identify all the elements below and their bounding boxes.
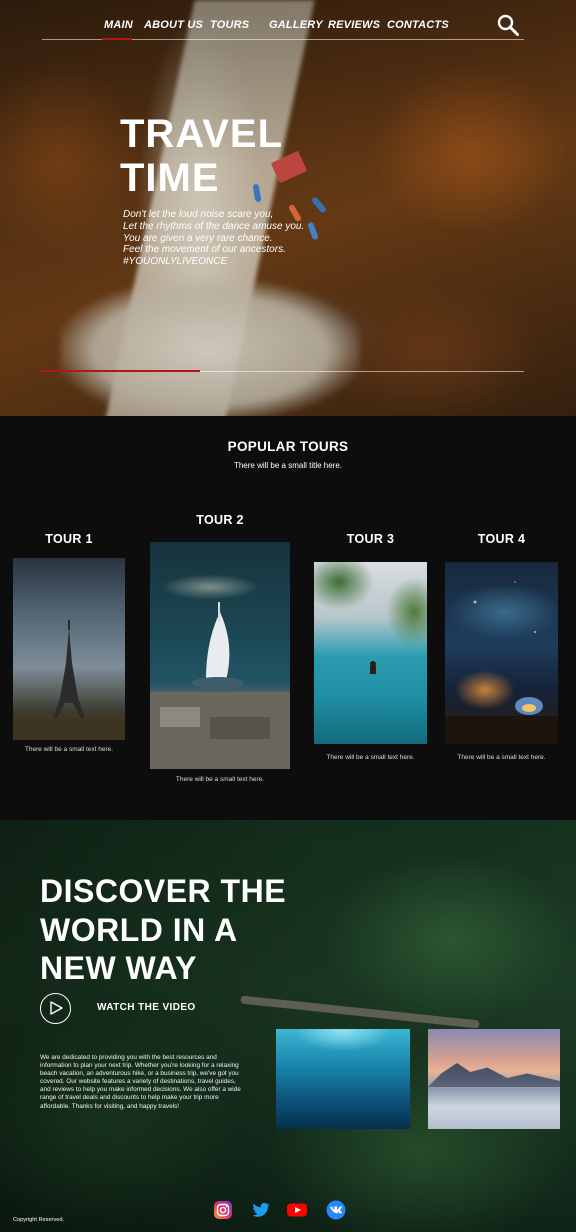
hero-section: MAIN ABOUT US TOURS GALLERY REVIEWS CONT… — [0, 0, 576, 416]
tour-name: TOUR 1 — [45, 532, 93, 546]
nav-item-reviews[interactable]: REVIEWS — [328, 19, 380, 31]
hero-poem-line: Don't let the loud noise scare you, — [123, 209, 274, 220]
hero-beach-image — [105, 0, 315, 416]
slider-progress-fill — [40, 370, 200, 372]
popular-tours-title: POPULAR TOURS — [227, 439, 349, 454]
nav-active-indicator — [102, 38, 132, 40]
nav-item-main[interactable]: MAIN — [104, 19, 133, 31]
nav-item-about-us[interactable]: ABOUT US — [144, 19, 203, 31]
tour-text: There will be a small text here. — [175, 776, 265, 783]
hero-poem: Don't let the loud noise scare you, Let … — [123, 209, 353, 268]
discover-description: We are dedicated to providing you with t… — [40, 1054, 241, 1110]
search-icon[interactable] — [497, 14, 519, 36]
tour-image-infinity-pool[interactable] — [314, 562, 427, 744]
copyright-text: Copyright Reserved. — [13, 1217, 64, 1223]
tour-image-burj-al-arab[interactable] — [150, 542, 290, 769]
nav-item-contacts[interactable]: CONTACTS — [387, 19, 449, 31]
tour-text: There will be a small text here. — [24, 746, 114, 753]
youtube-icon[interactable] — [286, 1200, 308, 1220]
popular-tours-section: POPULAR TOURS There will be a small titl… — [0, 416, 576, 820]
hero-title-line: TIME — [120, 156, 220, 200]
tour-card[interactable]: TOUR 3 There will be a small text here. — [314, 530, 427, 770]
watch-video-link[interactable]: WATCH THE VIDEO — [97, 1002, 196, 1013]
play-video-button[interactable] — [40, 993, 71, 1024]
twitter-icon[interactable] — [251, 1200, 271, 1220]
hero-title-line: TRAVEL — [120, 112, 284, 156]
mountain-photo[interactable] — [428, 1029, 560, 1129]
tour-card[interactable]: TOUR 2 There will be a small text here. — [150, 512, 290, 792]
tour-name: TOUR 4 — [477, 532, 526, 546]
tour-text: There will be a small text here. — [457, 754, 546, 761]
tour-card[interactable]: TOUR 1 There will be a small text here. — [13, 530, 125, 760]
discover-section: DISCOVER THE WORLD IN A NEW WAY WATCH TH… — [0, 820, 576, 1232]
tour-image-eiffel-tower[interactable] — [13, 558, 125, 740]
tour-name: TOUR 2 — [196, 513, 244, 527]
tour-name: TOUR 3 — [346, 532, 395, 546]
nav-item-gallery[interactable]: GALLERY — [269, 19, 323, 31]
hero-poem-line: Feel the movement of our ancestors. — [123, 244, 286, 256]
forest-road-image — [240, 995, 480, 1029]
tour-image-night-camp[interactable] — [445, 562, 558, 744]
hero-sand-image — [60, 280, 360, 416]
nav-item-tours[interactable]: TOURS — [210, 19, 249, 31]
hero-title: TRAVEL TIME — [120, 112, 320, 200]
vk-icon[interactable] — [326, 1200, 346, 1220]
popular-tours-subtitle: There will be a small title here. — [233, 461, 343, 470]
tour-text: There will be a small text here. — [326, 754, 415, 761]
tour-card[interactable]: TOUR 4 There will be a small text here. — [445, 530, 558, 770]
instagram-icon[interactable] — [213, 1200, 233, 1220]
play-icon — [50, 1001, 63, 1015]
hero-poem-line: You are given a very rare chance. — [123, 232, 273, 244]
discover-title: DISCOVER THE WORLD IN A NEW WAY — [40, 873, 287, 986]
top-navigation: MAIN ABOUT US TOURS GALLERY REVIEWS CONT… — [0, 0, 576, 42]
hero-hashtag: #YOUONLYLIVEONCE — [123, 256, 228, 268]
ocean-photo[interactable] — [276, 1029, 410, 1129]
hero-poem-line: Let the rhythms of the dance amuse you. — [123, 220, 305, 232]
